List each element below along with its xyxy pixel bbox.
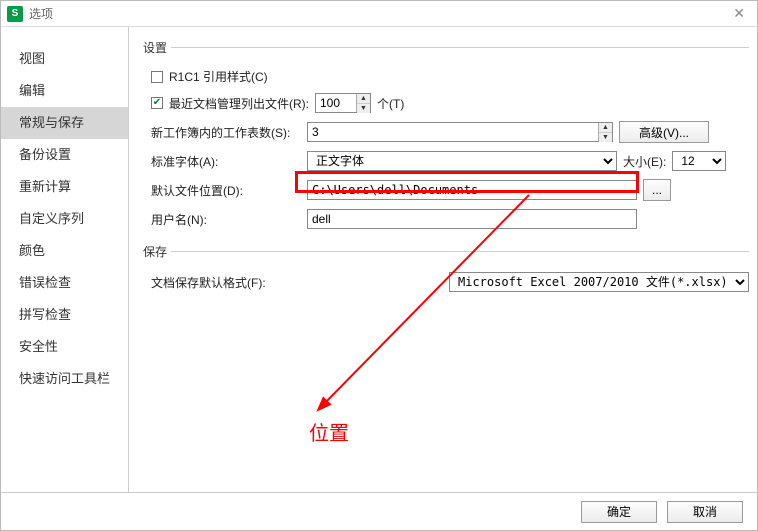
sidebar-item-label: 错误检查 — [19, 275, 71, 290]
sidebar-item-custom-lists[interactable]: 自定义序列 — [1, 203, 128, 235]
user-input[interactable] — [307, 209, 637, 229]
user-row: 用户名(N): — [151, 209, 749, 229]
sidebar-item-label: 自定义序列 — [19, 211, 84, 226]
recent-label: 最近文档管理列出文件(R): — [169, 95, 309, 112]
sidebar-item-spell-check[interactable]: 拼写检查 — [1, 299, 128, 331]
annotation-label: 位置 — [309, 417, 349, 446]
sidebar-item-label: 安全性 — [19, 339, 58, 354]
footer: 确定 取消 — [1, 492, 757, 530]
r1c1-row: R1C1 引用样式(C) — [151, 68, 749, 85]
sidebar: 视图 编辑 常规与保存 备份设置 重新计算 自定义序列 颜色 错误检查 拼写检查… — [1, 27, 129, 492]
sidebar-item-edit[interactable]: 编辑 — [1, 75, 128, 107]
sidebar-item-label: 快速访问工具栏 — [19, 371, 110, 386]
sidebar-item-recalc[interactable]: 重新计算 — [1, 171, 128, 203]
sidebar-item-label: 备份设置 — [19, 147, 71, 162]
sidebar-item-label: 重新计算 — [19, 179, 71, 194]
ok-button[interactable]: 确定 — [581, 501, 657, 523]
user-label: 用户名(N): — [151, 211, 301, 228]
recent-count-input[interactable] — [316, 94, 356, 112]
sidebar-item-backup[interactable]: 备份设置 — [1, 139, 128, 171]
browse-button[interactable]: ... — [643, 179, 671, 201]
font-select[interactable]: 正文字体 — [307, 151, 617, 171]
path-row: 默认文件位置(D): ... — [151, 179, 749, 201]
window-title: 选项 — [29, 5, 53, 22]
format-select[interactable]: Microsoft Excel 2007/2010 文件(*.xlsx) — [449, 272, 749, 292]
sidebar-item-label: 编辑 — [19, 83, 45, 98]
sidebar-item-label: 视图 — [19, 51, 45, 66]
format-label: 文档保存默认格式(F): — [151, 274, 301, 291]
cancel-button[interactable]: 取消 — [667, 501, 743, 523]
recent-count-spinbox[interactable]: ▲▼ — [315, 93, 371, 113]
sidebar-item-color[interactable]: 颜色 — [1, 235, 128, 267]
app-icon: S — [7, 6, 23, 22]
sidebar-item-quick-access[interactable]: 快速访问工具栏 — [1, 363, 128, 395]
close-icon[interactable]: ✕ — [727, 3, 751, 24]
options-dialog: S 选项 ✕ 视图 编辑 常规与保存 备份设置 重新计算 自定义序列 颜色 错误… — [0, 0, 758, 531]
sidebar-item-label: 颜色 — [19, 243, 45, 258]
size-label: 大小(E): — [623, 153, 666, 170]
path-label: 默认文件位置(D): — [151, 182, 301, 199]
sidebar-item-label: 常规与保存 — [19, 115, 84, 130]
sidebar-item-view[interactable]: 视图 — [1, 43, 128, 75]
path-input[interactable] — [307, 180, 637, 200]
advanced-button[interactable]: 高级(V)... — [619, 121, 709, 143]
save-section: 保存 文档保存默认格式(F): Microsoft Excel 2007/201… — [143, 243, 749, 300]
main-panel: 设置 R1C1 引用样式(C) ✔ 最近文档管理列出文件(R): ▲▼ 个(T)… — [129, 27, 757, 492]
font-label: 标准字体(A): — [151, 153, 301, 170]
sidebar-item-security[interactable]: 安全性 — [1, 331, 128, 363]
titlebar: S 选项 ✕ — [1, 1, 757, 27]
recent-suffix: 个(T) — [377, 95, 404, 112]
sheets-row: 新工作簿内的工作表数(S): ▲▼ 高级(V)... — [151, 121, 749, 143]
spin-up-icon[interactable]: ▲ — [599, 123, 612, 133]
save-legend: 保存 — [143, 243, 171, 260]
r1c1-checkbox[interactable] — [151, 71, 163, 83]
recent-checkbox[interactable]: ✔ — [151, 97, 163, 109]
size-select[interactable]: 12 — [672, 151, 726, 171]
format-row: 文档保存默认格式(F): Microsoft Excel 2007/2010 文… — [151, 272, 749, 292]
spin-down-icon[interactable]: ▼ — [357, 104, 370, 113]
sidebar-item-error-check[interactable]: 错误检查 — [1, 267, 128, 299]
settings-legend: 设置 — [143, 39, 171, 56]
sheets-input[interactable] — [308, 123, 598, 141]
sheets-label: 新工作簿内的工作表数(S): — [151, 124, 301, 141]
spin-up-icon[interactable]: ▲ — [357, 94, 370, 104]
recent-row: ✔ 最近文档管理列出文件(R): ▲▼ 个(T) — [151, 93, 749, 113]
settings-section: 设置 R1C1 引用样式(C) ✔ 最近文档管理列出文件(R): ▲▼ 个(T)… — [143, 39, 749, 237]
r1c1-label: R1C1 引用样式(C) — [169, 68, 268, 85]
sheets-spinbox[interactable]: ▲▼ — [307, 122, 613, 142]
font-row: 标准字体(A): 正文字体 大小(E): 12 — [151, 151, 749, 171]
spin-down-icon[interactable]: ▼ — [599, 133, 612, 142]
sidebar-item-label: 拼写检查 — [19, 307, 71, 322]
sidebar-item-general-save[interactable]: 常规与保存 — [1, 107, 128, 139]
